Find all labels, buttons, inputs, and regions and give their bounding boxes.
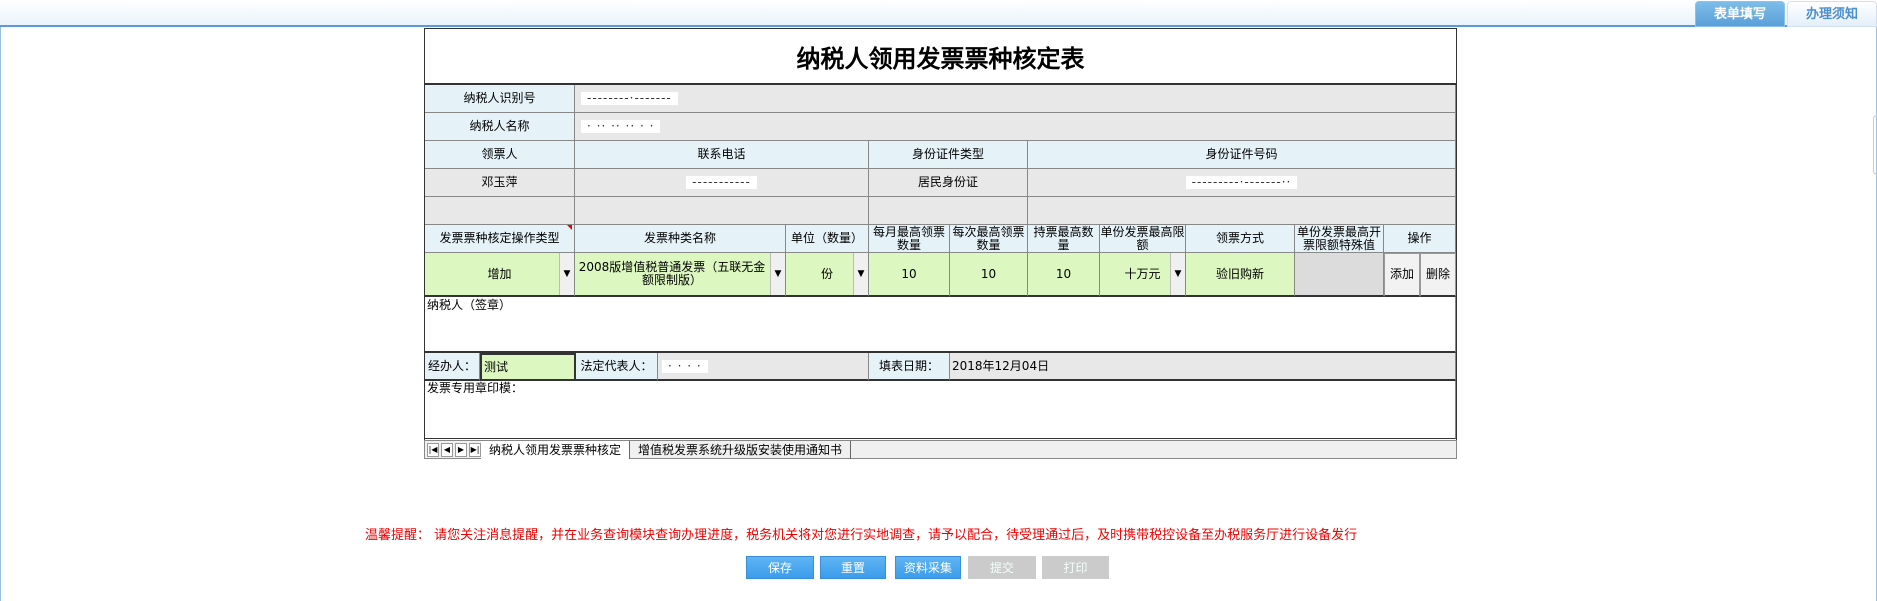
reset-button[interactable]: 重置 — [820, 556, 886, 579]
dropdown-arrow-icon[interactable]: ▼ — [1170, 253, 1185, 295]
empty-cell[interactable] — [425, 197, 575, 225]
legal-rep-cell[interactable]: · · · · — [658, 353, 869, 381]
col-op-type-label: 发票票种核定操作类型 — [439, 231, 560, 245]
tab-form-fill[interactable]: 表单填写 — [1695, 1, 1785, 27]
phone-cell[interactable]: ----------- — [575, 169, 869, 197]
empty-cell[interactable] — [575, 197, 869, 225]
taxpayer-name-label: 纳税人名称 — [425, 113, 575, 141]
id-number-value: ---------·-------·· — [1185, 176, 1298, 189]
top-bar: 表单填写 办理须知 — [0, 0, 1877, 27]
legal-rep-value: · · · · — [662, 359, 708, 373]
special-value[interactable] — [1295, 253, 1384, 297]
id-number-cell[interactable]: ---------·-------·· — [1028, 169, 1456, 197]
phone-label: 联系电话 — [575, 141, 869, 169]
prev-sheet-icon[interactable]: ◀ — [441, 442, 453, 457]
method-value[interactable]: 验旧购新 — [1186, 253, 1295, 297]
hold-max-input[interactable]: 10 — [1028, 253, 1100, 297]
delete-row-button[interactable]: 删除 — [1420, 253, 1456, 297]
sheet-tab-bar: |◀ ◀ ▶ ▶| 纳税人领用发票票种核定 增值税发票系统升级版安装使用通知书 — [424, 440, 1457, 459]
handler-label: 经办人： — [425, 353, 480, 381]
taxpayer-id-label: 纳税人识别号 — [425, 85, 575, 113]
first-sheet-icon[interactable]: |◀ — [427, 442, 439, 457]
col-actions: 操作 — [1384, 225, 1456, 253]
col-unit: 单位（数量） — [786, 225, 869, 253]
save-button[interactable]: 保存 — [746, 556, 814, 579]
signature-label: 纳税人（签章） — [427, 298, 512, 312]
invoice-type-select[interactable]: 2008版增值税普通发票（五联无金额限制版） ▼ — [575, 253, 786, 297]
sheet-tab-verification[interactable]: 纳税人领用发票票种核定 — [481, 440, 630, 459]
date-label: 填表日期： — [869, 353, 950, 381]
next-sheet-icon[interactable]: ▶ — [455, 442, 467, 457]
col-invoice-type: 发票种类名称 — [575, 225, 786, 253]
limit-select[interactable]: 十万元 ▼ — [1100, 253, 1186, 297]
signature-area: 纳税人（签章） — [425, 297, 1456, 353]
submit-button[interactable]: 提交 — [968, 556, 1036, 579]
handler-input[interactable]: 测试 — [480, 353, 576, 381]
seal-area: 发票专用章印模： — [425, 381, 1456, 439]
add-row-button[interactable]: 添加 — [1384, 253, 1420, 297]
invoice-form-sheet: 纳税人领用发票票种核定表 纳税人识别号 --------·------- 纳税人… — [424, 28, 1457, 459]
taxpayer-id-value: --------·------- — [581, 92, 678, 105]
receiver-value[interactable]: 邓玉萍 — [425, 169, 575, 197]
invoice-type-value: 2008版增值税普通发票（五联无金额限制版） — [578, 260, 766, 287]
empty-cell[interactable] — [1028, 197, 1456, 225]
empty-cell[interactable] — [869, 197, 1028, 225]
unit-select[interactable]: 份 ▼ — [786, 253, 869, 297]
comment-marker-icon — [567, 225, 572, 230]
col-special: 单份发票最高开票限额特殊值 — [1295, 225, 1384, 253]
reminder-notice: 温馨提醒： 请您关注消息提醒，并在业务查询模块查询办理进度，税务机关将对您进行实… — [365, 528, 1358, 543]
seal-label: 发票专用章印模： — [427, 381, 524, 395]
col-hold-max: 持票最高数量 — [1028, 225, 1100, 253]
taxpayer-id-cell[interactable]: --------·------- — [575, 85, 1456, 113]
id-type-label: 身份证件类型 — [869, 141, 1028, 169]
form-title: 纳税人领用发票票种核定表 — [425, 29, 1456, 85]
col-limit: 单份发票最高限额 — [1100, 224, 1186, 253]
col-monthly-max: 每月最高领票数量 — [869, 225, 950, 253]
col-each-max: 每次最高领票数量 — [950, 225, 1028, 253]
col-op-type: 发票票种核定操作类型 — [425, 225, 575, 253]
each-max-input[interactable]: 10 — [950, 253, 1028, 297]
sheet-tab-notice[interactable]: 增值税发票系统升级版安装使用通知书 — [629, 440, 852, 459]
date-value[interactable]: 2018年12月04日 — [950, 353, 1456, 381]
monthly-max-input[interactable]: 10 — [869, 253, 950, 297]
print-button[interactable]: 打印 — [1042, 556, 1109, 579]
dropdown-arrow-icon[interactable]: ▼ — [853, 253, 868, 295]
taxpayer-name-cell[interactable]: · ·· ·· ·· · · — [575, 113, 1456, 141]
side-collapse-handle[interactable] — [1873, 115, 1877, 175]
unit-value: 份 — [820, 266, 833, 281]
tab-instructions[interactable]: 办理须知 — [1787, 1, 1877, 27]
id-type-value[interactable]: 居民身份证 — [869, 169, 1028, 197]
taxpayer-name-value: · ·· ·· ·· · · — [581, 120, 661, 133]
phone-value: ----------- — [686, 176, 757, 189]
col-method: 领票方式 — [1186, 225, 1295, 253]
dropdown-arrow-icon[interactable]: ▼ — [770, 253, 785, 295]
last-sheet-icon[interactable]: ▶| — [469, 442, 481, 457]
legal-rep-label: 法定代表人： — [576, 353, 658, 381]
limit-value: 十万元 — [1124, 266, 1161, 281]
dropdown-arrow-icon[interactable]: ▼ — [559, 253, 574, 295]
op-type-select[interactable]: 增加 ▼ — [425, 253, 575, 297]
receiver-label: 领票人 — [425, 141, 575, 169]
id-number-label: 身份证件号码 — [1028, 141, 1456, 169]
collect-data-button[interactable]: 资料采集 — [895, 556, 961, 579]
op-type-value: 增加 — [487, 266, 512, 281]
